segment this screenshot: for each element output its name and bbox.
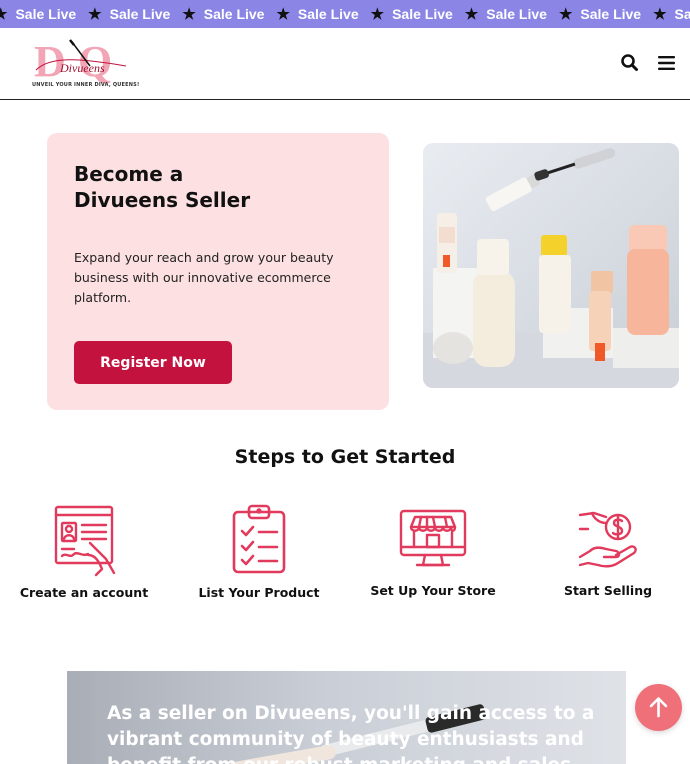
ticker-label: Sale Live [674,6,690,22]
ticker-item: ★ Sale Live [371,5,465,23]
ticker-label: Sale Live [297,6,359,22]
ticker-item: ★ Sale Live [276,5,370,23]
hero-title: Become a Divueens Seller [74,161,374,213]
hero-title-line2: Divueens Seller [74,188,251,212]
register-now-button[interactable]: Register Now [74,341,232,384]
ticker-item: ★ Sale Live [88,5,182,23]
ticker-label: Sale Live [15,6,77,22]
star-icon: ★ [653,6,667,23]
ticker-label: Sale Live [486,6,547,22]
step-label-list-product: List Your Product [198,585,320,600]
become-seller-card: Become a Divueens Seller Expand your rea… [47,133,389,410]
seller-benefits-banner: As a seller on Divueens, you'll gain acc… [67,671,626,764]
storefront-monitor-icon [399,509,467,567]
star-icon: ★ [182,6,196,23]
step-start-selling: Start Selling [543,503,673,598]
ticker-label: Sale Live [580,6,642,22]
step-setup-store: Set Up Your Store [365,503,501,598]
banner-text: As a seller on Divueens, you'll gain acc… [107,703,595,764]
account-form-icon [54,505,116,577]
ticker-label: Sale Live [392,6,453,22]
ticker-item: ★ Sale Live [182,5,276,23]
scroll-to-top-button[interactable] [635,684,682,731]
arrow-up-icon [649,697,668,718]
star-icon: ★ [370,6,385,23]
hero-title-line1: Become a [74,162,184,186]
step-label-setup-store: Set Up Your Store [370,583,496,598]
logo-script: Divueens [59,61,105,75]
search-icon [621,54,638,71]
ticker-label: Sale Live [203,6,265,22]
step-label-create-account: Create an account [19,585,149,600]
ticker-item: ★ Sale Live [0,5,88,23]
ticker-track: ★ Sale Live ★ Sale Live ★ Sale Live ★ Sale Live… [0,0,690,28]
ticker-item: ★ Sale Live [559,5,653,23]
ticker-item: ★ Sale Live [653,5,690,23]
clipboard-checklist-icon [232,504,286,574]
ticker-item: ★ Sale Live [465,5,559,23]
search-button[interactable] [617,50,643,76]
hamburger-menu-icon [658,56,675,70]
star-icon: ★ [276,6,290,23]
logo-mark: D Q Divueens [34,37,127,86]
star-icon: ★ [0,6,8,23]
star-icon: ★ [464,6,479,23]
ticker-label: Sale Live [109,6,171,22]
divueens-logo[interactable]: D Q Divueens UNVEIL YOUR INNER DIVA, QUE… [30,36,140,92]
hero-description: Expand your reach and grow your beauty b… [74,250,334,305]
logo-tagline: UNVEIL YOUR INNER DIVA, QUEENS! [32,82,140,88]
step-create-account: Create an account [14,503,154,600]
beauty-products-illustration [423,143,679,388]
beauty-products-photo [423,143,679,388]
star-icon: ★ [558,6,573,23]
site-header: D Q Divueens UNVEIL YOUR INNER DIVA, QUE… [0,28,690,100]
steps-title: Steps to Get Started [234,446,456,468]
step-label-start-selling: Start Selling [563,583,653,598]
star-icon: ★ [88,6,102,23]
step-list-product: List Your Product [192,503,326,600]
menu-button[interactable] [654,50,680,76]
sale-ticker: ★ Sale Live ★ Sale Live ★ Sale Live ★ Sale Live… [0,0,690,28]
hand-coin-icon [578,511,637,568]
